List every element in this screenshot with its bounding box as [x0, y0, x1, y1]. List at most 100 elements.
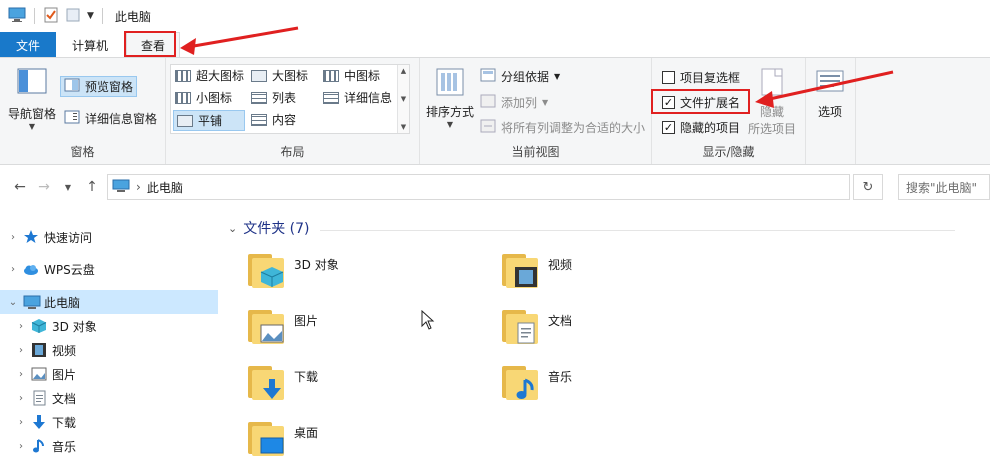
computer-icon	[8, 7, 26, 26]
quick-access-divider	[34, 8, 35, 24]
preview-pane-icon	[64, 78, 80, 95]
chevron-right-icon[interactable]: ›	[14, 393, 28, 404]
grid-icon	[323, 69, 339, 82]
breadcrumb-this-pc[interactable]: 此电脑	[147, 179, 183, 196]
nav-item-videos[interactable]: › 视频	[0, 338, 218, 362]
folder-item-downloads[interactable]: 下载	[246, 362, 318, 402]
breadcrumb-separator-icon[interactable]: ›	[136, 180, 141, 194]
layout-details[interactable]: 详细信息	[323, 89, 392, 106]
chevron-down-icon[interactable]: ⌄	[6, 297, 20, 308]
back-arrow-icon[interactable]: ←	[8, 179, 32, 195]
layout-medium-icons[interactable]: 中图标	[323, 67, 380, 84]
details-pane-label: 详细信息窗格	[85, 112, 158, 126]
tiles-icon	[177, 114, 193, 127]
options-icon	[816, 70, 844, 97]
nav-item-this-pc[interactable]: ⌄ 此电脑	[0, 290, 218, 314]
options-button[interactable]: 选项	[816, 70, 844, 120]
layout-gallery-scroll[interactable]: ▲ ▼ ▼	[397, 65, 409, 133]
panes-group: 导航窗格 ▼ 预览窗格 详细信息窗格 窗格	[0, 58, 166, 164]
properties-icon[interactable]	[43, 7, 59, 26]
window-title: 此电脑	[114, 9, 151, 24]
show-hide-group-label: 显示/隐藏	[702, 145, 755, 159]
chevron-down-icon: ▼	[542, 98, 549, 107]
image-icon	[251, 69, 267, 82]
layout-list[interactable]: 列表	[251, 89, 296, 106]
nav-pane-button[interactable]: 导航窗格 ▼	[8, 68, 56, 131]
fit-columns-button[interactable]: 将所有列调整为合适的大小	[480, 119, 645, 136]
new-folder-icon[interactable]	[65, 7, 81, 26]
layout-large-icons[interactable]: 大图标	[251, 67, 308, 84]
document-icon	[517, 322, 535, 344]
download-icon	[31, 414, 47, 430]
hide-selected-button[interactable]: 隐藏 所选项目	[748, 68, 796, 137]
panes-group-label: 窗格	[70, 145, 95, 159]
cloud-icon	[23, 261, 39, 277]
nav-item-downloads[interactable]: › 下载	[0, 410, 218, 434]
view-tab-annotation-box	[124, 31, 176, 57]
file-extensions-annotation-box	[651, 89, 750, 114]
nav-item-3d-objects[interactable]: › 3D 对象	[0, 314, 218, 338]
folder-icon	[246, 362, 286, 402]
grid-icon	[175, 91, 191, 104]
chevron-right-icon[interactable]: ›	[14, 441, 28, 452]
current-view-group-label: 当前视图	[511, 145, 560, 159]
preview-pane-button[interactable]: 预览窗格	[60, 76, 138, 97]
up-arrow-icon[interactable]: ↑	[80, 179, 104, 195]
refresh-icon[interactable]: ↻	[853, 174, 883, 200]
chevron-right-icon[interactable]: ›	[14, 345, 28, 356]
folder-item-3d-objects[interactable]: 3D 对象	[246, 250, 339, 290]
gallery-expand-icon[interactable]: ▼	[401, 123, 406, 131]
sort-by-button[interactable]: 排序方式 ▼	[426, 68, 474, 129]
group-divider	[320, 230, 955, 231]
options-group: 选项	[806, 58, 856, 164]
item-checkboxes-checkbox[interactable]	[662, 71, 675, 84]
chevron-right-icon[interactable]: ›	[14, 369, 28, 380]
preview-pane-label: 预览窗格	[85, 80, 134, 94]
folder-item-videos[interactable]: 视频	[500, 250, 572, 290]
nav-item-documents[interactable]: › 文档	[0, 386, 218, 410]
grid-icon	[175, 69, 191, 82]
fit-columns-icon	[480, 119, 496, 136]
details-pane-button[interactable]: 详细信息窗格	[64, 110, 157, 127]
customize-quick-access-icon[interactable]: ▼	[87, 11, 94, 21]
sort-by-label: 排序方式	[426, 105, 475, 119]
chevron-right-icon[interactable]: ›	[14, 417, 28, 428]
hidden-items-toggle[interactable]: ✓ 隐藏的项目	[662, 119, 740, 136]
tab-computer[interactable]: 计算机	[56, 32, 122, 58]
search-input[interactable]: 搜索"此电脑"	[898, 174, 990, 200]
document-icon	[31, 390, 47, 406]
nav-item-music[interactable]: › 音乐	[0, 434, 218, 458]
scroll-up-icon[interactable]: ▲	[401, 67, 406, 75]
layout-content[interactable]: 内容	[251, 111, 296, 128]
nav-item-wps-cloud[interactable]: › WPS云盘	[0, 257, 218, 281]
layout-small-icons[interactable]: 小图标	[175, 89, 232, 106]
tab-file[interactable]: 文件	[0, 32, 56, 58]
cube-icon	[31, 318, 47, 334]
nav-item-quick-access[interactable]: › 快速访问	[0, 225, 218, 249]
sort-icon	[435, 68, 465, 99]
forward-arrow-icon[interactable]: →	[32, 179, 56, 195]
details-icon	[323, 91, 339, 104]
title-divider	[101, 8, 103, 24]
layout-tiles[interactable]: 平铺	[173, 110, 245, 131]
group-by-button[interactable]: 分组依据 ▼	[480, 68, 560, 85]
recent-locations-icon[interactable]: ▼	[56, 183, 80, 192]
hidden-items-checkbox[interactable]: ✓	[662, 121, 675, 134]
item-checkboxes-toggle[interactable]: 项目复选框	[662, 69, 740, 86]
folder-item-documents[interactable]: 文档	[500, 306, 572, 346]
address-bar[interactable]: › 此电脑	[107, 174, 850, 200]
folder-item-desktop[interactable]: 桌面	[246, 418, 318, 458]
folder-item-pictures[interactable]: 图片	[246, 306, 318, 346]
folder-item-music[interactable]: 音乐	[500, 362, 572, 402]
folder-icon	[246, 250, 286, 290]
scroll-down-icon[interactable]: ▼	[401, 95, 406, 103]
mouse-cursor-icon	[421, 310, 435, 330]
add-columns-button[interactable]: 添加列 ▼	[480, 94, 548, 111]
chevron-right-icon[interactable]: ›	[6, 232, 20, 243]
folders-group-header[interactable]: ⌄ 文件夹 (7)	[228, 218, 310, 238]
chevron-down-icon[interactable]: ⌄	[228, 222, 237, 235]
chevron-right-icon[interactable]: ›	[14, 321, 28, 332]
layout-extra-large-icons[interactable]: 超大图标	[175, 67, 244, 84]
chevron-right-icon[interactable]: ›	[6, 264, 20, 275]
nav-item-pictures[interactable]: › 图片	[0, 362, 218, 386]
